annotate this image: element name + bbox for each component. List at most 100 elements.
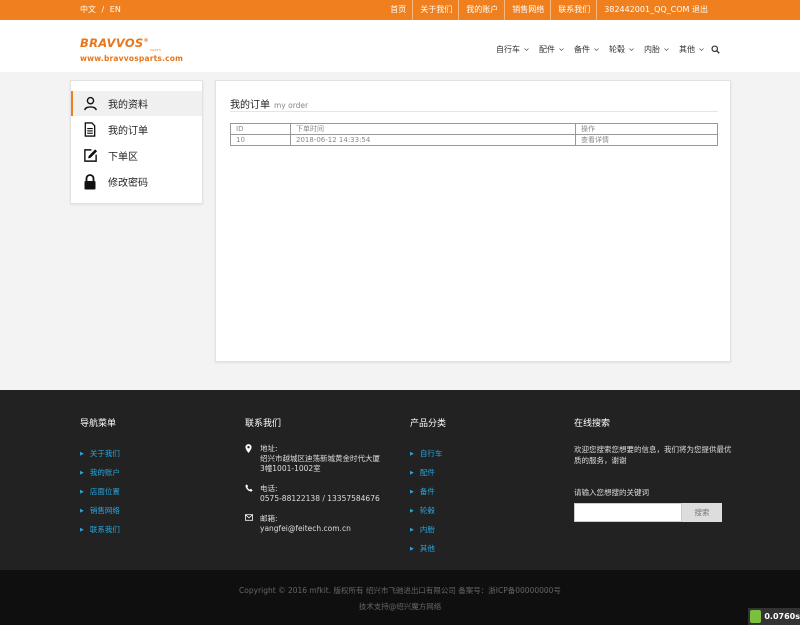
footer-product-other[interactable]: ▶ 其他 [410,539,446,558]
nav-item-accessories[interactable]: 配件 [539,44,564,55]
envelope-icon [245,514,255,534]
footer-nav-column: 导航菜单 ▶ 关于我们 ▶ 我的账户 ▶ 店面位置 ▶ 销售网络 ▶ 联系我们 [80,416,120,539]
nav-item-other[interactable]: 其他 [679,44,704,55]
email-value[interactable]: yangfei@feitech.com.cn [260,524,351,534]
panel-title-cn: 我的订单 [230,100,270,111]
footer-product-accessories[interactable]: ▶ 配件 [410,463,446,482]
logo-sub: PARTS [150,48,162,52]
caret-right-icon: ▶ [410,526,414,533]
edit-icon [82,148,98,164]
chevron-down-icon [559,48,564,51]
table-header-row: ID 下单时间 操作 [230,123,718,135]
table-row: 10 2018-06-12 14:33:54 查看详情 [230,134,718,146]
caret-right-icon: ▶ [80,488,84,495]
col-header-action: 操作 [575,123,718,135]
caret-right-icon: ▶ [80,469,84,476]
footer-search-form: 搜索 [574,503,734,522]
nav-item-hubs[interactable]: 轮毂 [609,44,634,55]
contact-email: 邮箱: yangfei@feitech.com.cn [245,514,382,534]
site-footer: 导航菜单 ▶ 关于我们 ▶ 我的账户 ▶ 店面位置 ▶ 销售网络 ▶ 联系我们 联系我们 … [0,390,800,570]
chevron-down-icon [524,48,529,51]
top-bar: 中文 / EN 首页 关于我们 我的账户 销售网络 联系我们 382442001… [0,0,800,20]
footer-products-column: 产品分类 ▶ 自行车 ▶ 配件 ▶ 备件 ▶ 轮毂 ▶ 内胎 ▶ 其他 [410,416,446,558]
footer-link-sales-network[interactable]: ▶ 销售网络 [80,501,120,520]
user-icon [82,96,98,112]
document-icon [82,122,98,138]
footer-link-store-location[interactable]: ▶ 店面位置 [80,482,120,501]
caret-right-icon: ▶ [410,488,414,495]
footer-contact-title: 联系我们 [245,419,282,429]
sidebar-item-change-password[interactable]: 修改密码 [71,169,202,194]
footer-product-spare-parts[interactable]: ▶ 备件 [410,482,446,501]
top-link-about[interactable]: 关于我们 [412,0,458,20]
footer-search-input[interactable] [574,503,682,522]
lang-en-link[interactable]: EN [110,5,121,14]
footer-product-bicycle[interactable]: ▶ 自行车 [410,444,446,463]
contact-address: 地址: 绍兴市越城区迪荡新城黄金时代大厦3幢1001-1002室 [245,444,382,474]
main-nav: 自行车 配件 备件 轮毂 内胎 其他 [486,44,720,55]
logo[interactable]: BRAVVOS® PARTS www.bravvosparts.com [80,36,183,63]
address-value: 绍兴市越城区迪荡新城黄金时代大厦3幢1001-1002室 [260,454,380,473]
caret-right-icon: ▶ [80,526,84,533]
footer-link-account[interactable]: ▶ 我的账户 [80,463,120,482]
panel-title: 我的订单 my order [230,96,718,112]
sidebar-item-profile[interactable]: 我的资料 [71,91,202,116]
orders-panel: 我的订单 my order ID 下单时间 操作 10 2018-06-12 14… [215,80,731,362]
sidebar-item-label: 我的订单 [108,126,148,137]
sidebar-item-label: 下单区 [108,152,138,163]
account-sidebar: 我的资料 我的订单 下单区 修改密码 [70,80,203,204]
phone-value: 0575-88122138 / 13357584676 [260,494,380,503]
chevron-down-icon [594,48,599,51]
nav-item-spare-parts[interactable]: 备件 [574,44,599,55]
caret-right-icon: ▶ [410,450,414,457]
copyright-bar: Copyright © 2016 mfkit. 版权所有 绍兴市飞驰进出口有限公… [0,570,800,625]
location-pin-icon [245,444,255,474]
sidebar-item-place-order[interactable]: 下单区 [71,143,202,168]
site-header: BRAVVOS® PARTS www.bravvosparts.com 自行车 … [0,20,800,72]
lang-separator: / [101,5,105,14]
search-label: 请输入您想搜的关键词 [574,488,649,497]
footer-contact-column: 联系我们 地址: 绍兴市越城区迪荡新城黄金时代大厦3幢1001-1002室 电话… [245,416,382,544]
content-area: 我的资料 我的订单 下单区 修改密码 我的订单 my order ID 下单时间… [0,72,800,390]
footer-link-contact[interactable]: ▶ 联系我们 [80,520,120,539]
search-icon[interactable] [711,45,720,54]
chevron-down-icon [699,48,704,51]
view-details-link[interactable]: 查看详情 [575,134,718,146]
footer-search-button[interactable]: 搜索 [682,503,722,522]
top-link-logout[interactable]: 382442001_QQ_COM 退出 [596,0,714,20]
caret-right-icon: ▶ [410,545,414,552]
sidebar-item-orders[interactable]: 我的订单 [71,117,202,142]
orders-table: ID 下单时间 操作 10 2018-06-12 14:33:54 查看详情 [230,123,718,146]
timer-icon [750,610,762,623]
address-label: 地址: [260,444,278,453]
sidebar-item-label: 修改密码 [108,178,148,189]
footer-link-about[interactable]: ▶ 关于我们 [80,444,120,463]
footer-search-title: 在线搜索 [574,419,611,429]
chevron-down-icon [664,48,669,51]
panel-title-en: my order [274,101,309,110]
cell-time: 2018-06-12 14:33:54 [290,134,576,146]
top-links: 首页 关于我们 我的账户 销售网络 联系我们 382442001_QQ_COM … [383,0,714,20]
footer-products-title: 产品分类 [410,419,447,429]
phone-label: 电话: [260,484,278,493]
top-link-contact[interactable]: 联系我们 [550,0,596,20]
language-switch: 中文 / EN [80,0,121,20]
caret-right-icon: ▶ [80,507,84,514]
footer-product-hubs[interactable]: ▶ 轮毂 [410,501,446,520]
footer-product-inner-tubes[interactable]: ▶ 内胎 [410,520,446,539]
top-link-account[interactable]: 我的账户 [458,0,504,20]
caret-right-icon: ▶ [410,507,414,514]
lang-cn-link[interactable]: 中文 [80,5,96,14]
tech-support-text: 技术支持@绍兴魔方网络 [358,602,442,611]
cell-id: 10 [230,134,291,146]
footer-nav-title: 导航菜单 [80,419,117,429]
top-link-sales-network[interactable]: 销售网络 [504,0,550,20]
footer-search-column: 在线搜索 欢迎您搜索您想要的信息，我们将为您提供最优质的服务，谢谢 请输入您想搜… [574,416,734,522]
contact-phone: 电话: 0575-88122138 / 13357584676 [245,484,382,504]
caret-right-icon: ▶ [80,450,84,457]
logo-url: www.bravvosparts.com [80,54,184,63]
nav-item-bicycle[interactable]: 自行车 [496,44,529,55]
nav-item-inner-tubes[interactable]: 内胎 [644,44,669,55]
top-link-home[interactable]: 首页 [383,0,412,20]
col-header-id: ID [230,123,291,135]
